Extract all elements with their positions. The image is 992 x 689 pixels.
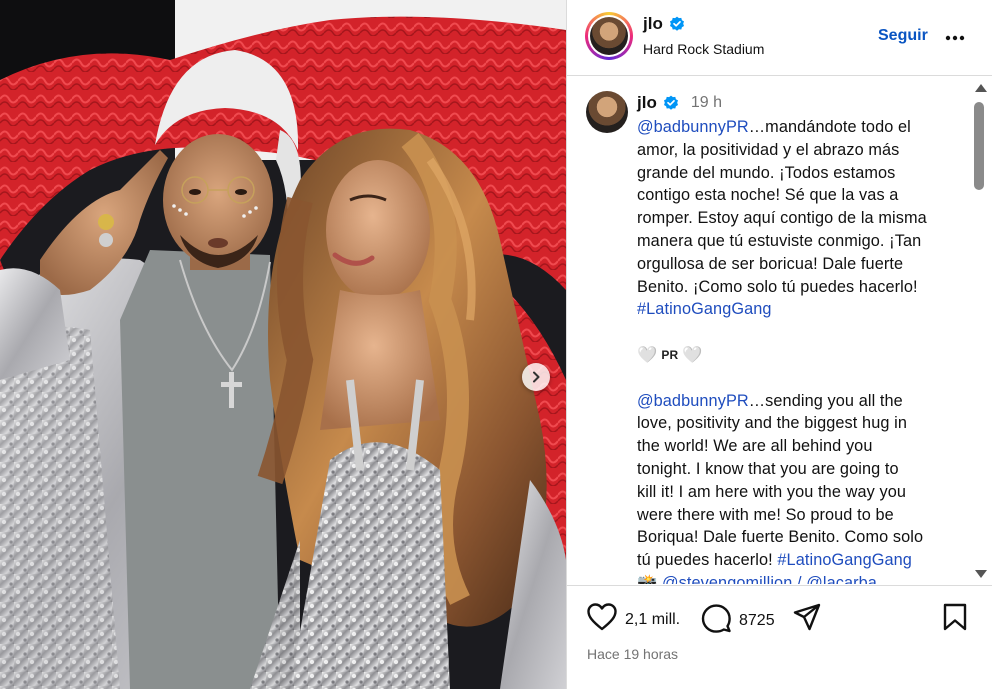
white-heart-emoji: 🤍	[637, 345, 658, 364]
follow-button[interactable]: Seguir	[878, 27, 928, 45]
mention-link[interactable]: @lacarba	[806, 574, 877, 584]
caption-line: Boriqua! Dale fuerte Benito. Como solo	[637, 528, 924, 547]
post-time-ago[interactable]: Hace 19 horas	[587, 646, 678, 662]
caption-line: contigo esta noche! Sé que la vas a	[637, 186, 899, 205]
mention-link[interactable]: @badbunnyPR	[637, 392, 749, 410]
caption-line: Benito. ¡Como solo tú puedes hacerlo!	[637, 277, 918, 296]
caption-line: grande del mundo. ¡Todos estamos	[637, 163, 896, 182]
caption-line: tonight. I know that you are going to	[637, 459, 899, 478]
caption-text: @badbunnyPR…mandándote todo el amor, la …	[637, 116, 955, 584]
post-actions: 2,1 mill. 8725 Hace 19 horas	[567, 585, 992, 689]
hashtag-link[interactable]: #LatinoGangGang	[777, 551, 912, 569]
caption-line: tú puedes hacerlo! #LatinoGangGang	[637, 551, 912, 570]
caption-line: romper. Estoy aquí contigo de la misma	[637, 209, 927, 228]
caption-line: @badbunnyPR…mandándote todo el	[637, 118, 911, 136]
like-count[interactable]: 2,1 mill.	[625, 611, 680, 629]
share-button[interactable]	[793, 603, 821, 636]
comment-count[interactable]: 8725	[739, 612, 775, 630]
pr-flag-text: PR	[661, 347, 679, 362]
send-icon	[793, 603, 821, 636]
post-location[interactable]: Hard Rock Stadium	[643, 41, 764, 57]
emoji-line: 🤍 PR 🤍	[637, 344, 955, 367]
caption-scrollbar[interactable]	[971, 80, 987, 584]
bookmark-icon	[943, 603, 967, 636]
caption-line: kill it! I am here with you the way you	[637, 482, 907, 501]
verified-badge-icon	[663, 95, 679, 111]
caption-area: jlo 19 h @badbunnyPR…mandándote todo el …	[567, 77, 992, 584]
caption-username[interactable]: jlo	[637, 93, 657, 113]
post-photo[interactable]	[0, 0, 566, 689]
caption-line: orgullosa de ser boricua! Dale fuerte	[637, 254, 904, 273]
post-sidebar: jlo Hard Rock Stadium Seguir jlo 19 h @b…	[566, 0, 992, 689]
caption-line: #LatinoGangGang	[637, 298, 955, 321]
more-options-button[interactable]	[943, 25, 967, 49]
hashtag-link[interactable]: #LatinoGangGang	[637, 300, 772, 318]
caption-timestamp[interactable]: 19 h	[691, 94, 722, 112]
chevron-right-icon	[530, 371, 542, 383]
save-button[interactable]	[943, 603, 967, 636]
caption-line: love, positivity and the biggest hug in	[637, 414, 907, 433]
scrollbar-thumb[interactable]	[974, 102, 984, 190]
verified-badge-icon	[669, 16, 685, 32]
comment-button[interactable]: 8725	[701, 603, 775, 638]
mention-link[interactable]: @badbunnyPR	[637, 118, 749, 136]
scroll-down-arrow[interactable]	[975, 570, 987, 578]
caption-line: manera que tú estuviste conmigo. ¡Tan	[637, 231, 922, 250]
photo-credits-line: 📸 @stevengomillion / @lacarba	[637, 572, 955, 584]
heart-icon	[587, 603, 617, 636]
next-photo-button[interactable]	[522, 363, 550, 391]
caption-line: the world! We are all behind you	[637, 437, 873, 456]
caption-line: were there with me! So proud to be	[637, 505, 894, 524]
post-image	[0, 0, 566, 689]
author-username[interactable]: jlo	[643, 14, 663, 34]
caption-author-avatar[interactable]	[586, 91, 628, 133]
white-heart-emoji: 🤍	[682, 345, 703, 364]
mention-link[interactable]: @stevengomillion	[662, 574, 792, 584]
caption-line: amor, la positividad y el abrazo más	[637, 140, 900, 159]
author-avatar[interactable]	[585, 12, 633, 60]
scroll-up-arrow[interactable]	[975, 84, 987, 92]
comment-icon	[701, 603, 731, 638]
caption-line: @badbunnyPR…sending you all the	[637, 391, 903, 410]
camera-emoji: 📸	[637, 573, 658, 584]
like-button[interactable]: 2,1 mill.	[587, 603, 680, 636]
post-header: jlo Hard Rock Stadium Seguir	[567, 0, 992, 76]
more-horizontal-icon	[945, 28, 965, 46]
